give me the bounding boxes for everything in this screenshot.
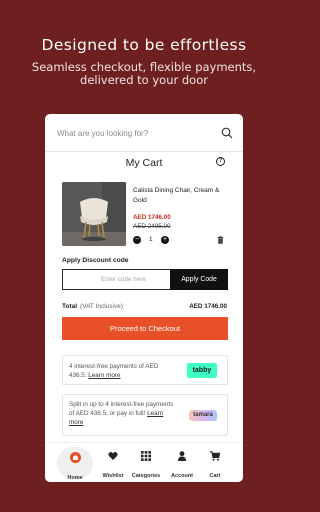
- discount-code-input[interactable]: Enter code here: [62, 269, 170, 290]
- search-bar[interactable]: What are you looking for?: [45, 114, 243, 152]
- nav-item-categories[interactable]: Categories: [128, 443, 164, 482]
- tabby-promo: 4 interest-free payments of AED 436.5. L…: [62, 355, 228, 385]
- search-icon[interactable]: [221, 127, 233, 139]
- home-icon: [69, 452, 81, 463]
- page-title: My Cart: [125, 157, 163, 169]
- help-icon[interactable]: ?: [216, 157, 225, 166]
- nav-label-account: Account: [171, 473, 193, 479]
- vat-note: (VAT Inclusive): [80, 303, 124, 310]
- discount-label: Apply Discount code: [62, 257, 129, 264]
- total-value: AED 1746.00: [189, 303, 227, 310]
- bottom-navigation: Home Wishlist Categories Account Cart: [45, 442, 243, 482]
- hero-title: Designed to be effortless: [41, 36, 247, 54]
- tabby-promo-text: 4 interest-free payments of AED 436.5. L…: [69, 362, 177, 380]
- product-old-price: AED 2495.00: [133, 223, 171, 230]
- product-image[interactable]: [62, 182, 126, 246]
- checkout-button[interactable]: Proceed to Checkout: [62, 317, 228, 340]
- product-name[interactable]: Calista Dining Chair, Cream & Gold: [133, 186, 233, 206]
- nav-label-categories: Categories: [131, 473, 161, 479]
- nav-item-account[interactable]: Account: [164, 443, 200, 482]
- tamara-promo-text: Split in up to 4 interest-free payments …: [69, 400, 177, 427]
- search-input[interactable]: What are you looking for?: [57, 129, 148, 138]
- tamara-logo: tamara: [189, 410, 217, 421]
- app-screen: What are you looking for? My Cart ? Cali…: [45, 114, 243, 482]
- hero-subtitle: Seamless checkout, flexible payments, de…: [31, 60, 257, 87]
- nav-label-home: Home: [67, 475, 83, 481]
- total-label: Total (VAT Inclusive): [62, 303, 123, 310]
- tamara-promo: Split in up to 4 interest-free payments …: [62, 394, 228, 436]
- tabby-learn-more-link[interactable]: Learn more: [88, 372, 120, 379]
- heart-icon: [108, 452, 118, 460]
- nav-label-cart: Cart: [209, 473, 221, 479]
- total-label-text: Total: [62, 303, 78, 310]
- user-icon: [178, 451, 186, 461]
- grid-icon: [141, 451, 151, 461]
- nav-item-cart[interactable]: Cart: [197, 443, 233, 482]
- quantity-increase-button[interactable]: +: [161, 236, 169, 244]
- product-price: AED 1746.00: [133, 214, 171, 221]
- cart-icon: [210, 451, 220, 461]
- tabby-logo: tabby: [187, 363, 217, 378]
- quantity-decrease-button[interactable]: −: [133, 236, 141, 244]
- trash-icon[interactable]: [217, 236, 224, 244]
- nav-label-wishlist: Wishlist: [102, 473, 124, 479]
- quantity-value: 1: [149, 236, 153, 243]
- nav-item-wishlist[interactable]: Wishlist: [95, 443, 131, 482]
- apply-code-button[interactable]: Apply Code: [170, 269, 228, 290]
- nav-item-home[interactable]: Home: [57, 447, 93, 481]
